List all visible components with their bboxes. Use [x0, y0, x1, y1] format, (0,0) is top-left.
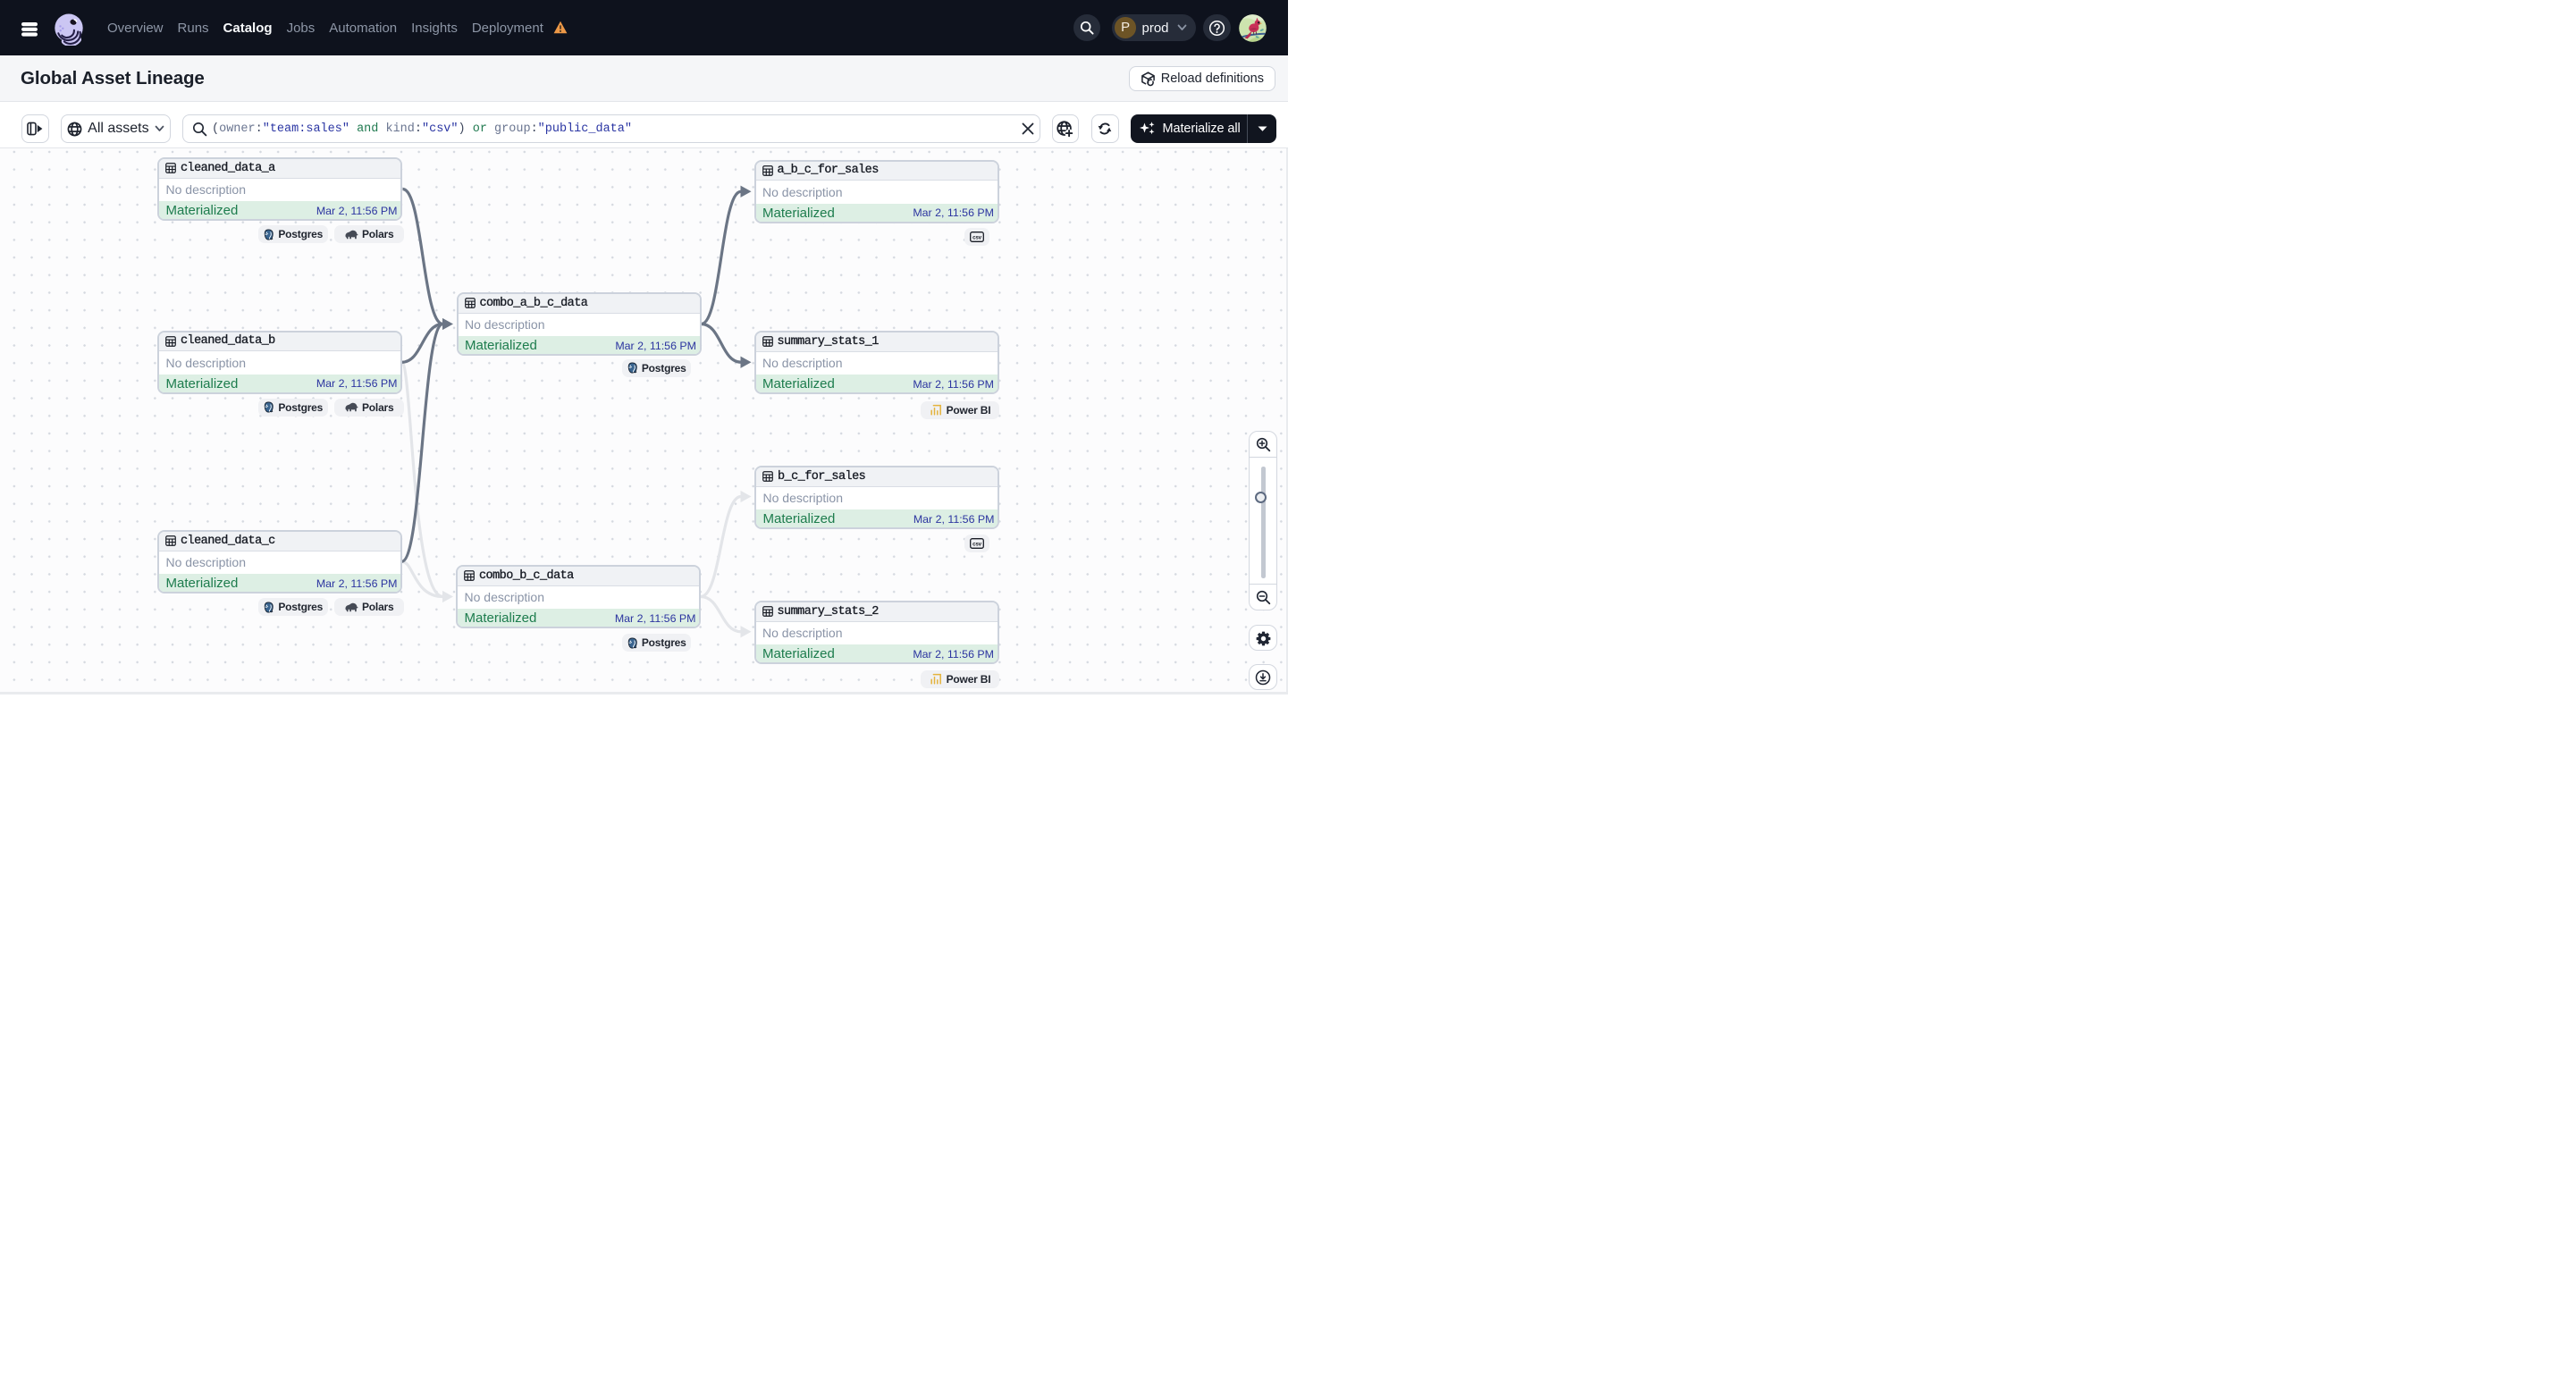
svg-text:csv: csv [972, 235, 981, 241]
svg-text:csv: csv [972, 542, 981, 548]
